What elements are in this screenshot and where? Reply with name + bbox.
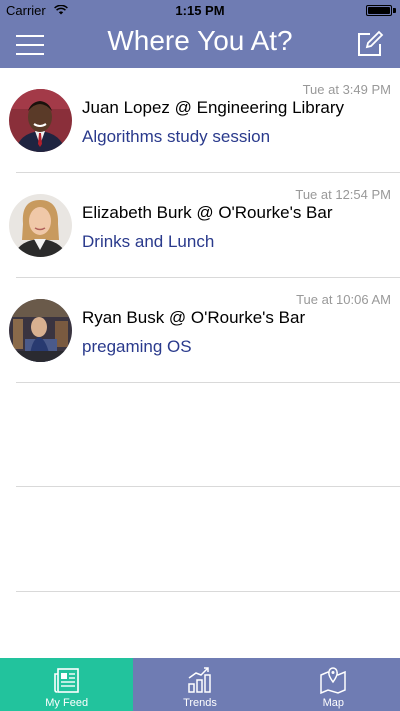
post-title: Juan Lopez @ Engineering Library — [82, 98, 345, 117]
post-timestamp: Tue at 3:49 PM — [302, 82, 391, 97]
post-message[interactable]: Drinks and Lunch — [82, 232, 214, 252]
battery-nub — [393, 8, 396, 13]
feed-item[interactable]: Tue at 12:54 PM Elizabeth Burk @ O'Rourk… — [0, 173, 400, 278]
compose-icon[interactable] — [356, 30, 384, 58]
page-title: Where You At? — [107, 25, 293, 56]
avatar — [9, 299, 72, 362]
status-time: 1:15 PM — [175, 3, 225, 18]
divider — [16, 591, 400, 592]
tab-trends[interactable]: Trends — [133, 658, 266, 711]
feed-item[interactable]: Tue at 10:06 AM Ryan Busk @ O'Rourke's B… — [0, 278, 400, 383]
tab-my-feed[interactable]: My Feed — [0, 658, 134, 711]
divider — [16, 486, 400, 487]
post-timestamp: Tue at 12:54 PM — [295, 187, 391, 202]
post-message[interactable]: pregaming OS — [82, 337, 192, 357]
post-title: Ryan Busk @ O'Rourke's Bar — [82, 308, 306, 327]
feed-list: Tue at 3:49 PM Juan Lopez @ Engineering … — [0, 68, 400, 658]
status-bar: Carrier 1:15 PM — [0, 0, 400, 20]
tab-map[interactable]: Map — [267, 658, 400, 711]
post-title: Elizabeth Burk @ O'Rourke's Bar — [82, 203, 333, 222]
navbar: Where You At? — [0, 20, 400, 68]
tab-label: Map — [322, 697, 345, 709]
avatar — [9, 194, 72, 257]
post-timestamp: Tue at 10:06 AM — [296, 292, 391, 307]
battery-icon — [366, 5, 392, 16]
app-header: Carrier 1:15 PM Where You At? — [0, 0, 400, 68]
map-pin-icon — [320, 667, 347, 694]
tab-label: My Feed — [45, 697, 89, 709]
bar-chart-icon — [188, 667, 211, 693]
post-message[interactable]: Algorithms study session — [82, 127, 270, 147]
divider — [16, 382, 400, 383]
feed-item[interactable]: Tue at 3:49 PM Juan Lopez @ Engineering … — [0, 68, 400, 173]
avatar — [9, 89, 72, 152]
tab-label: Trends — [183, 697, 217, 709]
tab-bar: My Feed Trends Map — [0, 658, 400, 711]
newspaper-icon — [53, 668, 79, 693]
